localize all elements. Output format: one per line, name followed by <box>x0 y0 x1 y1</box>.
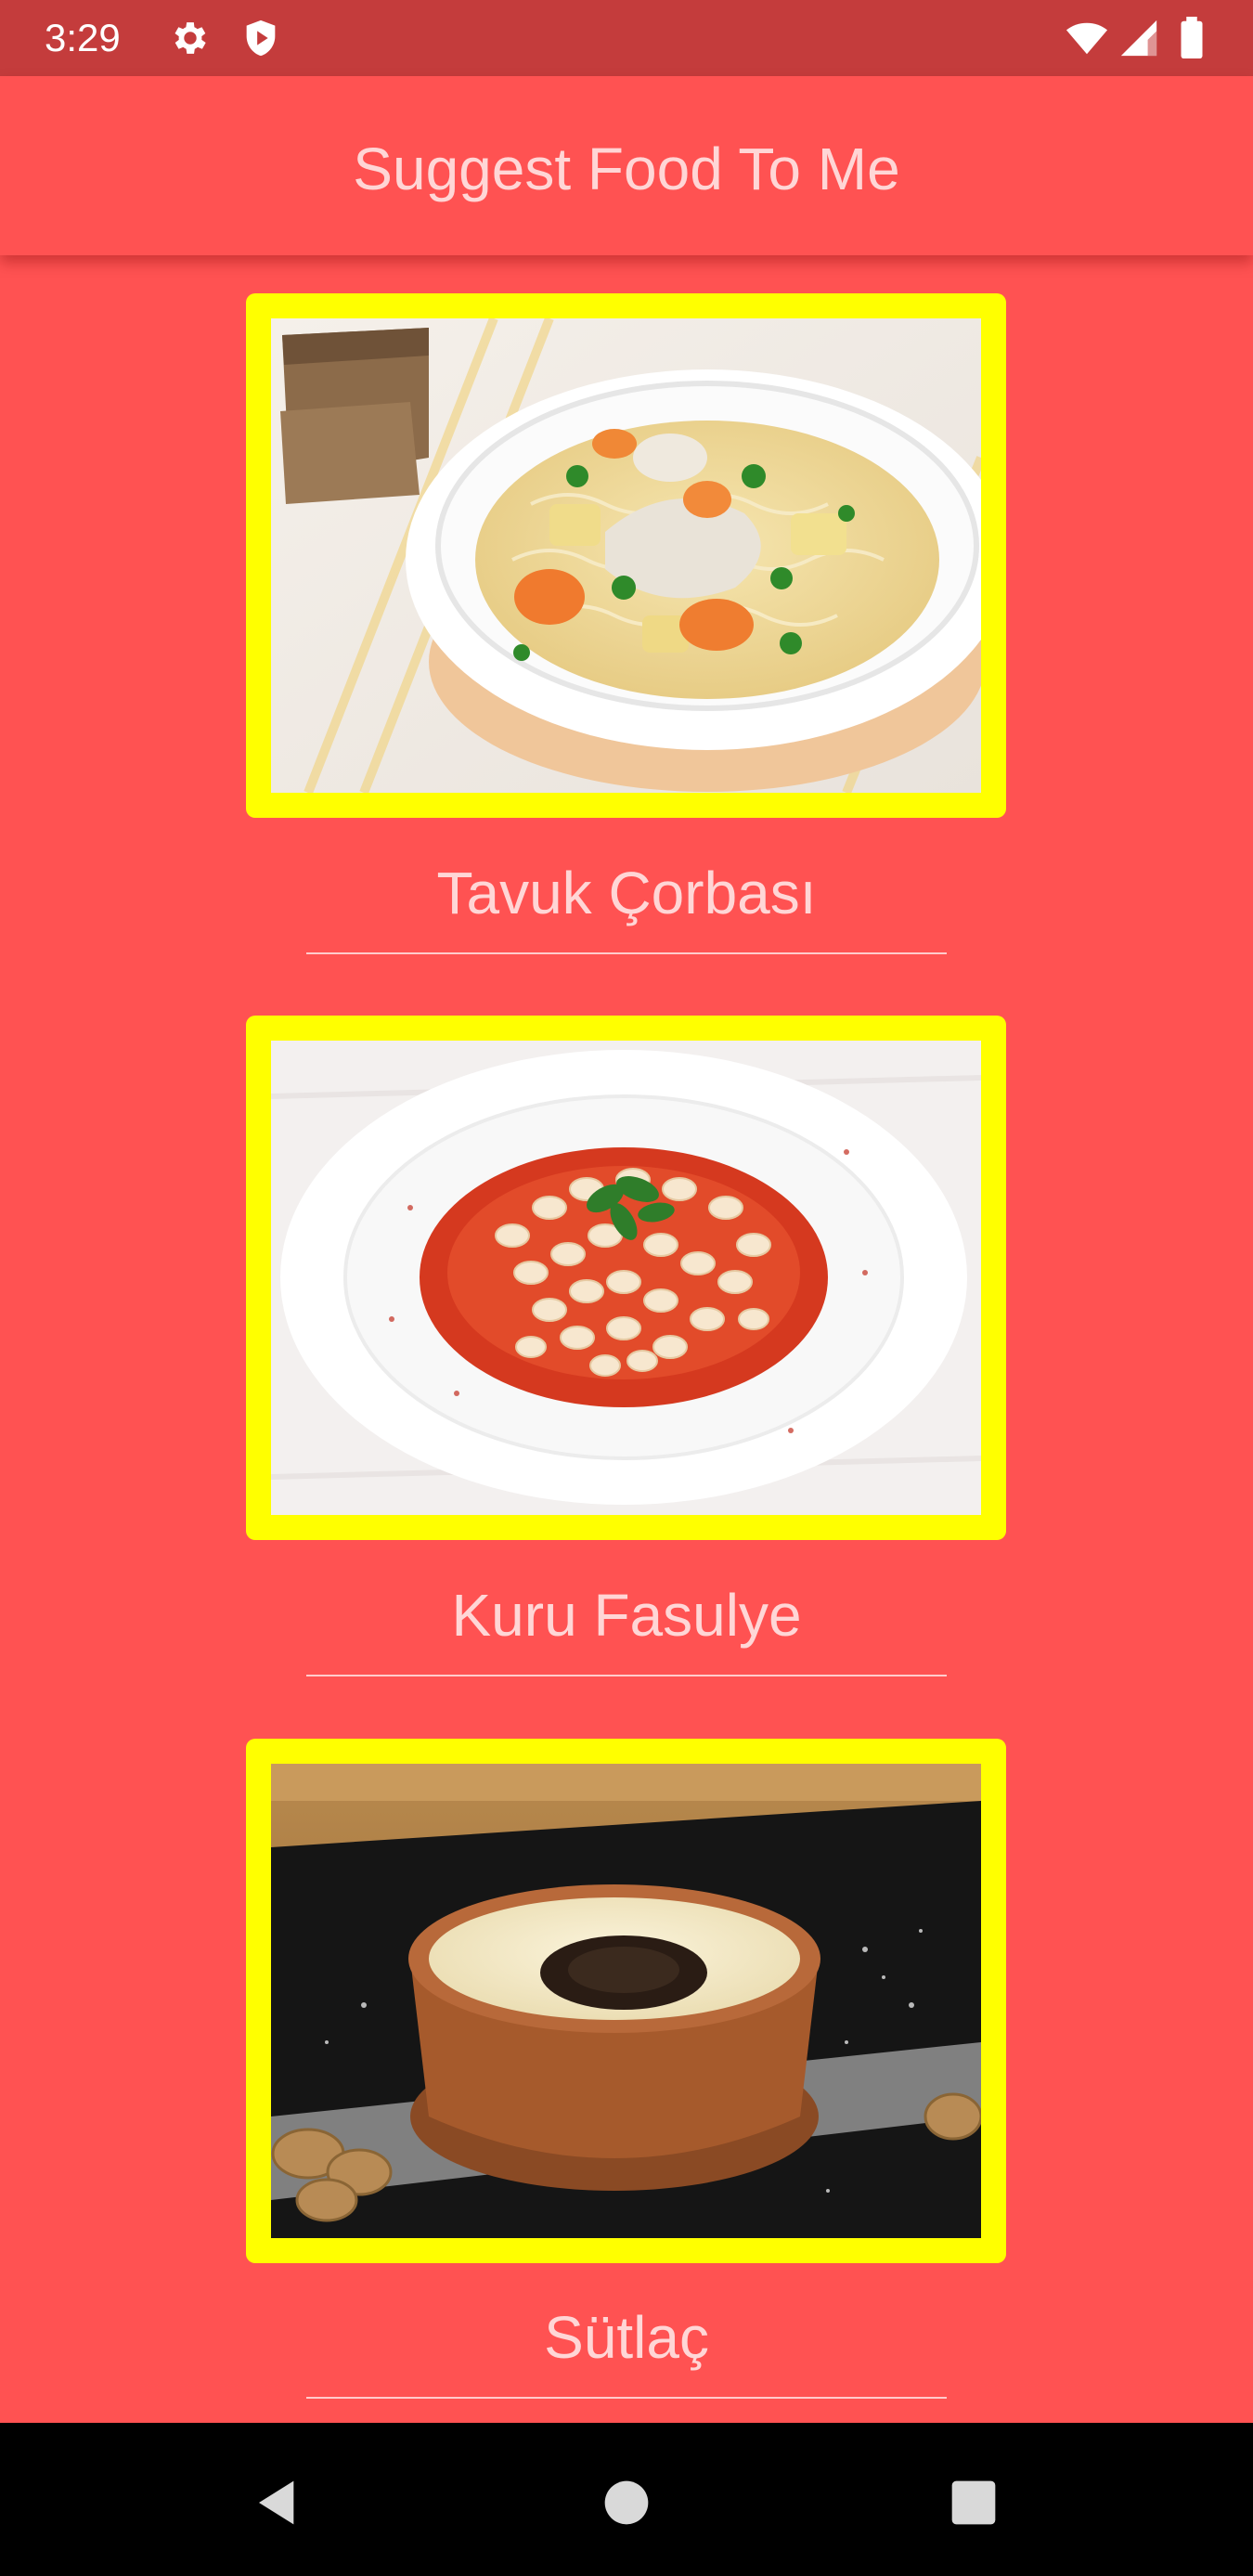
navigation-bar <box>0 2423 1253 2576</box>
food-name-underline <box>306 952 947 954</box>
home-icon[interactable] <box>601 2477 652 2529</box>
gear-icon <box>169 17 212 59</box>
chicken-noodle-soup-photo <box>271 318 981 793</box>
food-name: Kuru Fasulye <box>451 1582 802 1649</box>
shield-play-icon <box>239 17 282 59</box>
food-name: Tavuk Çorbası <box>436 860 817 926</box>
screen: 3:29 Suggest Food To Me Tavuk Çorbası Ku… <box>0 0 1253 2576</box>
back-icon[interactable] <box>252 2477 304 2529</box>
food-name-underline <box>306 2397 947 2399</box>
food-image-frame[interactable] <box>246 1016 1006 1540</box>
white-bean-stew-photo <box>271 1041 981 1515</box>
food-image-frame[interactable] <box>246 1739 1006 2263</box>
status-bar: 3:29 <box>0 0 1253 76</box>
app-title: Suggest Food To Me <box>353 136 900 202</box>
battery-icon <box>1173 17 1210 59</box>
food-name: Sütlaç <box>544 2304 709 2371</box>
status-time: 3:29 <box>45 16 121 59</box>
food-image-frame[interactable] <box>246 293 1006 818</box>
cellular-signal-icon <box>1117 17 1160 59</box>
app-bar: Suggest Food To Me <box>0 76 1253 255</box>
wifi-icon <box>1064 17 1110 59</box>
recents-icon[interactable] <box>948 2477 1000 2529</box>
food-name-underline <box>306 1675 947 1676</box>
rice-pudding-photo <box>271 1764 981 2238</box>
